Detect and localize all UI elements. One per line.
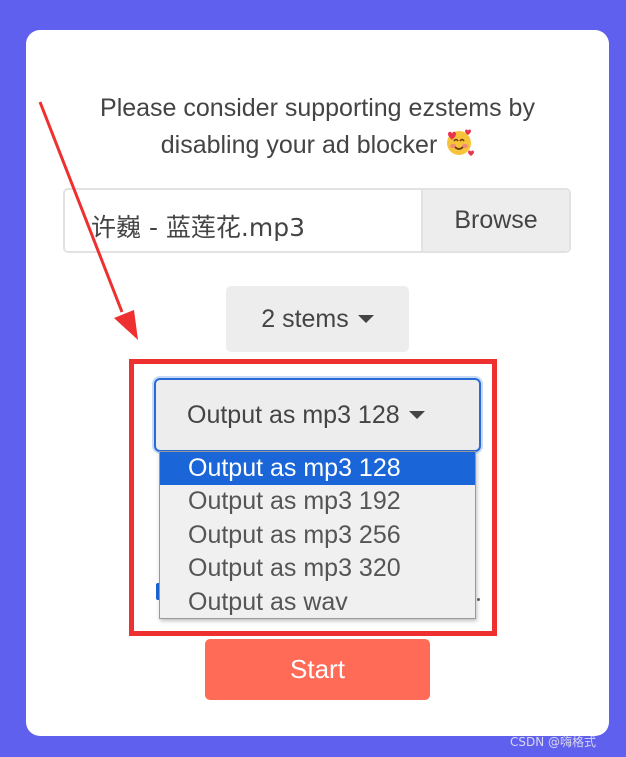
annotation-arrow xyxy=(38,101,138,340)
watermark: CSDN @嗨格式 xyxy=(510,735,597,749)
